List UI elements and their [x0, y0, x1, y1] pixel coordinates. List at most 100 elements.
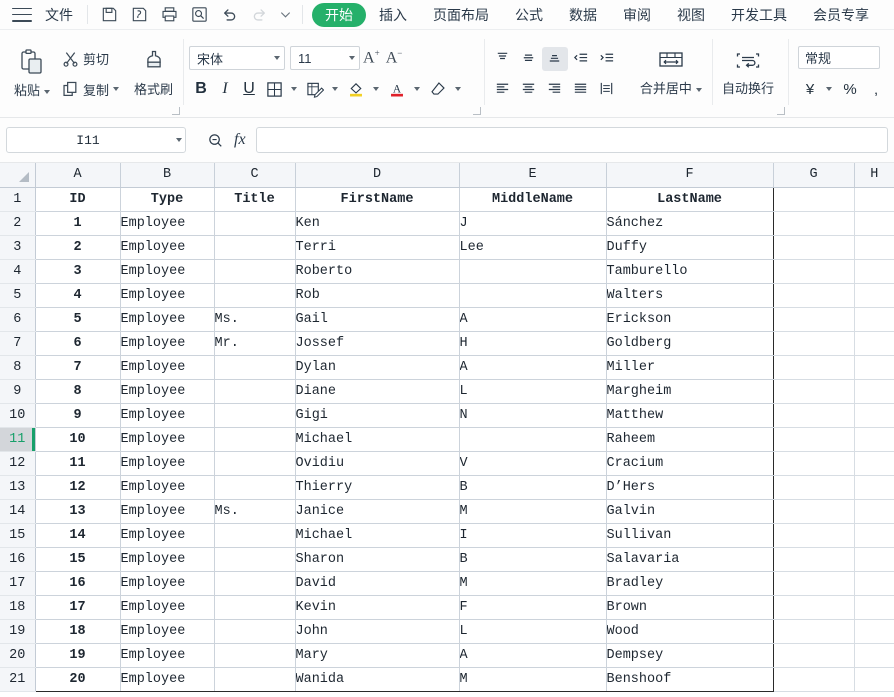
cell-h7[interactable]	[854, 331, 894, 356]
cell-a16[interactable]: 15	[34, 547, 121, 572]
cell-e15[interactable]: I	[459, 523, 607, 548]
column-header-b[interactable]: B	[120, 163, 215, 188]
number-format-select[interactable]: 常规	[798, 46, 880, 69]
cell-d4[interactable]: Roberto	[295, 259, 460, 284]
font-size-select[interactable]: 11	[290, 46, 361, 70]
undo-icon[interactable]	[214, 2, 244, 28]
cell-g16[interactable]	[773, 547, 855, 572]
table-row[interactable]: 6 5 Employee Ms. Gail A Erickson	[0, 307, 894, 332]
merge-center-button[interactable]: 合并居中	[636, 48, 706, 99]
cell-c18[interactable]	[214, 595, 296, 620]
select-all-corner[interactable]	[0, 163, 36, 188]
cell-d18[interactable]: Kevin	[295, 595, 460, 620]
cell-d3[interactable]: Terri	[295, 235, 460, 260]
cell-b14[interactable]: Employee	[120, 499, 215, 524]
cell-g20[interactable]	[773, 643, 855, 668]
cell-b7[interactable]: Employee	[120, 331, 215, 356]
cell-g4[interactable]	[773, 259, 855, 284]
cell-g14[interactable]	[773, 499, 855, 524]
cell-b20[interactable]: Employee	[120, 643, 215, 668]
cell-e8[interactable]: A	[459, 355, 607, 380]
cell-d17[interactable]: David	[295, 571, 460, 596]
cell-d20[interactable]: Mary	[295, 643, 460, 668]
cell-a14[interactable]: 13	[34, 499, 121, 524]
font-family-select[interactable]: 宋体	[189, 46, 286, 70]
column-header-h[interactable]: H	[854, 163, 894, 188]
font-dialog-launcher-icon[interactable]	[472, 107, 481, 115]
cell-h13[interactable]	[854, 475, 894, 500]
row-header-14[interactable]: 14	[0, 499, 36, 524]
alignment-dialog-launcher-icon[interactable]	[777, 107, 785, 115]
cell-f17[interactable]: Bradley	[606, 571, 774, 596]
cell-f16[interactable]: Salavaria	[606, 547, 774, 572]
align-top-button[interactable]	[490, 47, 516, 71]
cell-b19[interactable]: Employee	[120, 619, 215, 644]
column-header-g[interactable]: G	[773, 163, 855, 188]
cell-e5[interactable]	[459, 283, 607, 308]
cell-e4[interactable]	[459, 259, 607, 284]
row-header-4[interactable]: 4	[0, 259, 36, 284]
name-box-caret-icon[interactable]	[169, 138, 185, 142]
currency-button[interactable]: ¥	[798, 77, 822, 101]
cell-b6[interactable]: Employee	[120, 307, 215, 332]
cell-f8[interactable]: Miller	[606, 355, 774, 380]
cell-f11[interactable]: Raheem	[606, 427, 774, 452]
cell-e11[interactable]	[459, 427, 607, 452]
cell-f7[interactable]: Goldberg	[606, 331, 774, 356]
align-right-button[interactable]	[542, 77, 568, 101]
cell-d16[interactable]: Sharon	[295, 547, 460, 572]
row-header-15[interactable]: 15	[0, 523, 36, 548]
table-row[interactable]: 17 16 Employee David M Bradley	[0, 571, 894, 596]
cell-e12[interactable]: V	[459, 451, 607, 476]
cell-a4[interactable]: 3	[34, 259, 121, 284]
cell-b3[interactable]: Employee	[120, 235, 215, 260]
table-row[interactable]: 21 20 Employee Wanida M Benshoof	[0, 667, 894, 692]
print-icon[interactable]	[154, 2, 184, 28]
cell-h5[interactable]	[854, 283, 894, 308]
cell-e21[interactable]: M	[459, 667, 607, 692]
cell-g21[interactable]	[773, 667, 855, 692]
cell-h3[interactable]	[854, 235, 894, 260]
cell-c12[interactable]	[214, 451, 296, 476]
tab-page-layout[interactable]: 页面布局	[420, 3, 502, 27]
zoom-out-icon[interactable]	[202, 128, 228, 152]
column-header-d[interactable]: D	[295, 163, 460, 188]
cell-e9[interactable]: L	[459, 379, 607, 404]
table-row[interactable]: 20 19 Employee Mary A Dempsey	[0, 643, 894, 668]
row-header-8[interactable]: 8	[0, 355, 36, 380]
table-row[interactable]: 2 1 Employee Ken J Sánchez	[0, 211, 894, 236]
cell-a3[interactable]: 2	[34, 235, 121, 260]
row-header-17[interactable]: 17	[0, 571, 36, 596]
table-row[interactable]: 12 11 Employee Ovidiu V Cracium	[0, 451, 894, 476]
cell-c13[interactable]	[214, 475, 296, 500]
row-header-19[interactable]: 19	[0, 619, 36, 644]
decrease-font-size-button[interactable]: A−	[383, 48, 406, 67]
cell-d15[interactable]: Michael	[295, 523, 460, 548]
cell-c7[interactable]: Mr.	[214, 331, 296, 356]
cell-d19[interactable]: John	[295, 619, 460, 644]
row-header-5[interactable]: 5	[0, 283, 36, 308]
cell-e6[interactable]: A	[459, 307, 607, 332]
cell-c14[interactable]: Ms.	[214, 499, 296, 524]
cell-e10[interactable]: N	[459, 403, 607, 428]
cell-g11[interactable]	[773, 427, 855, 452]
cell-c5[interactable]	[214, 283, 296, 308]
cell-d6[interactable]: Gail	[295, 307, 460, 332]
table-row[interactable]: 19 18 Employee John L Wood	[0, 619, 894, 644]
cell-e17[interactable]: M	[459, 571, 607, 596]
row-header-18[interactable]: 18	[0, 595, 36, 620]
cell-a9[interactable]: 8	[34, 379, 121, 404]
cell-c17[interactable]	[214, 571, 296, 596]
cell-c8[interactable]	[214, 355, 296, 380]
cell-c2[interactable]	[214, 211, 296, 236]
cell-c10[interactable]	[214, 403, 296, 428]
cell-f12[interactable]: Cracium	[606, 451, 774, 476]
cell-f20[interactable]: Dempsey	[606, 643, 774, 668]
table-row[interactable]: 5 4 Employee Rob Walters	[0, 283, 894, 308]
cell-d12[interactable]: Ovidiu	[295, 451, 460, 476]
fill-color-caret-icon[interactable]	[373, 87, 380, 91]
cell-c4[interactable]	[214, 259, 296, 284]
tab-data[interactable]: 数据	[556, 3, 610, 27]
cell-c19[interactable]	[214, 619, 296, 644]
cell-c20[interactable]	[214, 643, 296, 668]
